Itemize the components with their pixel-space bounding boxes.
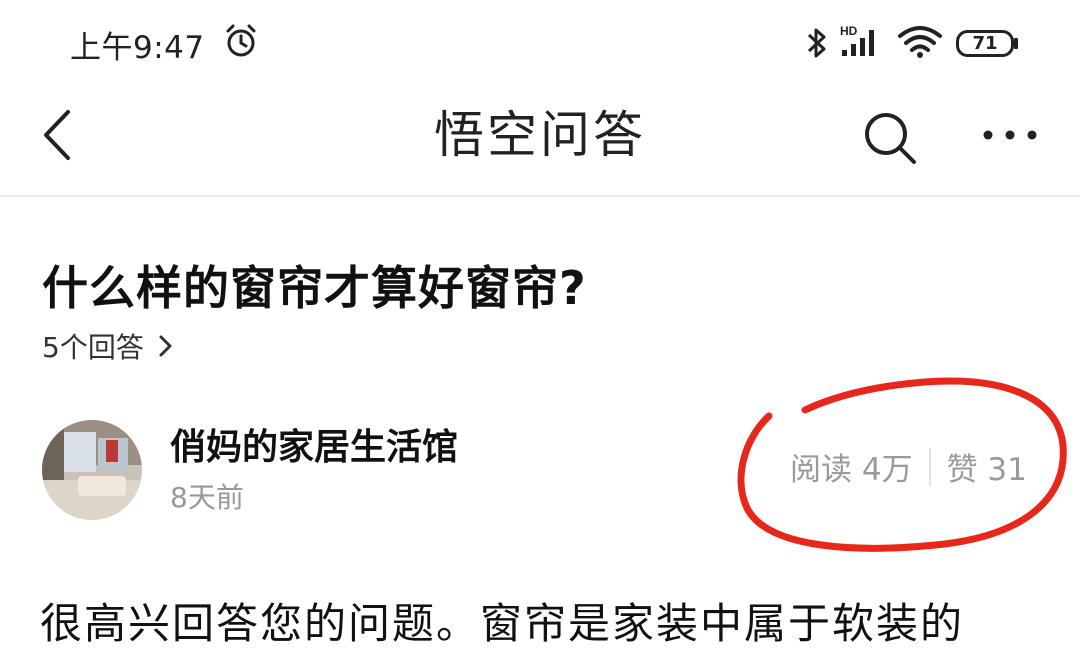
answer-text: 很高兴回答您的问题。窗帘是家装中属于软装的	[40, 599, 965, 648]
answer-stats: 阅读 4万 赞 31	[790, 444, 1027, 489]
nav-divider	[0, 195, 1080, 197]
status-time: 上午9:47	[70, 30, 205, 66]
svg-text:HD: HD	[840, 24, 858, 38]
answer-count-label: 5个回答	[42, 331, 144, 364]
answer-count-link[interactable]: 5个回答	[42, 326, 176, 366]
read-count: 阅读 4万	[790, 452, 913, 488]
battery-level: 71	[972, 33, 998, 54]
bluetooth-icon	[807, 28, 826, 58]
chevron-right-icon	[159, 335, 172, 357]
like-count: 赞 31	[946, 452, 1027, 488]
avatar[interactable]	[42, 420, 142, 520]
alarm-icon	[226, 24, 256, 57]
more-icon[interactable]	[978, 120, 1042, 150]
battery-icon: 71	[956, 30, 1020, 57]
stats-divider	[928, 447, 931, 486]
wifi-icon	[898, 26, 942, 58]
search-icon[interactable]	[860, 108, 920, 168]
post-time: 8天前	[170, 481, 244, 514]
question-title[interactable]: 什么样的窗帘才算好窗帘?	[42, 252, 587, 318]
hd-signal-icon: HD	[840, 24, 874, 56]
author-name[interactable]: 俏妈的家居生活馆	[170, 418, 458, 470]
